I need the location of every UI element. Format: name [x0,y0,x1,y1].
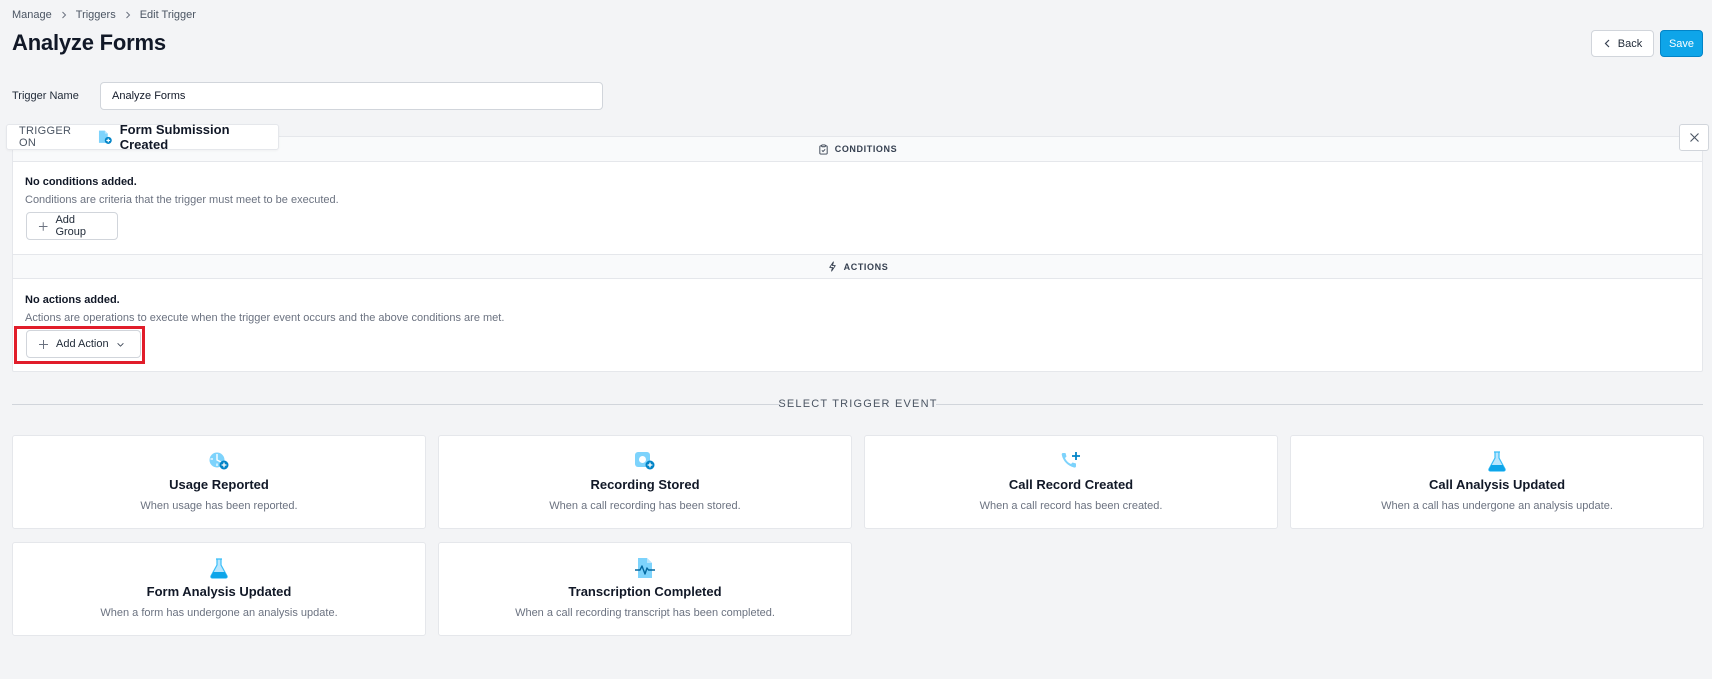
breadcrumb: Manage Triggers Edit Trigger [12,8,196,22]
event-card-usage-reported[interactable]: Usage Reported When usage has been repor… [12,435,426,529]
event-card-title: Transcription Completed [568,584,722,599]
chevron-left-icon [1604,39,1610,48]
plus-icon [39,339,48,349]
actions-header: ACTIONS [13,254,1702,279]
back-button[interactable]: Back [1591,30,1654,57]
event-card-desc: When a form has undergone an analysis up… [100,607,338,619]
usage-icon [206,449,232,473]
page-title: Analyze Forms [12,30,166,55]
event-card-recording-stored[interactable]: Recording Stored When a call recording h… [438,435,852,529]
event-card-title: Form Analysis Updated [146,584,292,599]
save-button[interactable]: Save [1660,30,1703,57]
event-card-desc: When a call has undergone an analysis up… [1381,500,1613,512]
trigger-on-tab: TRIGGER ON Form Submission Created [6,122,279,152]
conditions-header-label: CONDITIONS [834,144,898,154]
conditions-empty-title: No conditions added. [25,176,137,188]
close-icon [1689,133,1699,142]
actions-header-label: ACTIONS [843,261,889,272]
chevron-right-icon [124,11,132,19]
trigger-editor-panel: CONDITIONS No conditions added. Conditio… [12,136,1703,372]
trigger-name-label: Trigger Name [12,90,79,102]
add-group-label: Add Group [55,214,87,238]
phone-plus-icon [1058,449,1084,473]
event-card-form-analysis-updated[interactable]: Form Analysis Updated When a form has un… [12,542,426,636]
breadcrumb-triggers[interactable]: Triggers [76,9,116,21]
actions-empty-desc: Actions are operations to execute when t… [25,312,505,324]
transcript-icon [632,556,658,580]
flask-icon [1484,449,1510,473]
breadcrumb-manage[interactable]: Manage [12,9,52,21]
trigger-on-value: Form Submission Created [119,122,230,152]
add-group-button[interactable]: Add Group [26,212,118,240]
event-card-desc: When a call recording transcript has bee… [515,607,775,619]
event-card-desc: When a call record has been created. [979,500,1163,512]
actions-empty-title: No actions added. [25,294,120,306]
chevron-right-icon [60,11,68,19]
event-card-title: Call Record Created [1008,477,1134,492]
event-card-call-analysis-updated[interactable]: Call Analysis Updated When a call has un… [1290,435,1704,529]
clipboard-icon [819,143,828,155]
lightning-icon [828,261,836,272]
event-card-call-record-created[interactable]: Call Record Created When a call record h… [864,435,1278,529]
recording-icon [632,449,658,473]
flask-icon [206,556,232,580]
add-action-button[interactable]: Add Action [26,330,141,358]
event-card-desc: When a call recording has been stored. [549,500,741,512]
close-button[interactable] [1679,124,1709,151]
trigger-name-input[interactable] [100,82,603,110]
event-card-title: Usage Reported [169,477,269,492]
select-trigger-heading: SELECT TRIGGER EVENT [778,398,938,410]
event-card-transcription-completed[interactable]: Transcription Completed When a call reco… [438,542,852,636]
event-card-title: Recording Stored [590,477,700,492]
breadcrumb-edit-trigger: Edit Trigger [139,9,196,21]
plus-icon [38,221,48,231]
form-plus-icon [99,130,112,144]
conditions-empty-desc: Conditions are criteria that the trigger… [25,194,339,206]
event-card-desc: When usage has been reported. [140,500,298,512]
chevron-down-icon [116,342,124,347]
trigger-on-label: TRIGGER ON [19,125,72,149]
event-card-title: Call Analysis Updated [1428,477,1566,492]
back-button-label: Back [1617,37,1643,50]
add-action-label: Add Action [56,338,109,350]
